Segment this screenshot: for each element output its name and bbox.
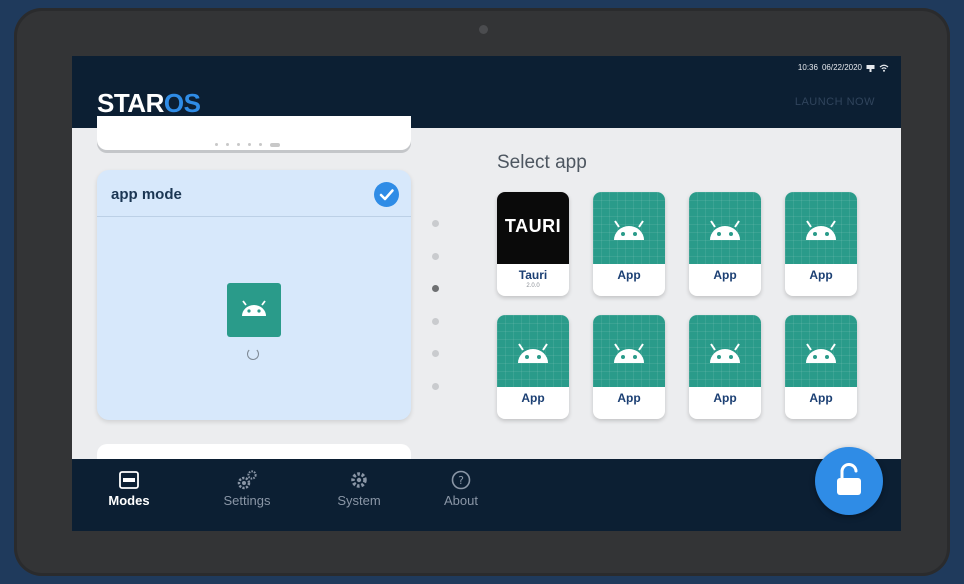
nav-label: About bbox=[444, 493, 478, 508]
bottom-nav: Modes Settings System ? About bbox=[72, 459, 901, 531]
app-tile-label: App bbox=[521, 391, 545, 405]
android-icon bbox=[689, 315, 761, 387]
android-icon bbox=[689, 192, 761, 264]
pager-dot[interactable] bbox=[431, 350, 439, 357]
pager-dot[interactable] bbox=[431, 252, 439, 260]
card-dots bbox=[215, 143, 280, 147]
nav-settings[interactable]: Settings bbox=[207, 469, 287, 508]
android-icon bbox=[785, 315, 857, 387]
pager-dot[interactable] bbox=[431, 317, 439, 325]
mode-card-title: app mode bbox=[111, 186, 182, 203]
clock-time: 10:36 bbox=[797, 63, 818, 72]
status-bar: 10:36 06/22/2020 bbox=[798, 63, 889, 72]
mode-card-previous[interactable] bbox=[97, 116, 411, 150]
nav-modes[interactable]: Modes bbox=[89, 469, 169, 508]
app-tile-label: App bbox=[713, 268, 737, 282]
app-tile-label: App bbox=[809, 268, 833, 282]
nav-label: Settings bbox=[223, 493, 271, 508]
android-icon bbox=[227, 283, 281, 337]
camera-dot bbox=[479, 25, 488, 34]
android-icon bbox=[785, 192, 857, 264]
card-divider bbox=[97, 216, 411, 217]
question-icon: ? bbox=[421, 469, 501, 491]
screen: STAROS 10:36 06/22/2020 LAUNCH NOW app m… bbox=[72, 56, 901, 531]
pager-dot[interactable] bbox=[431, 220, 439, 227]
app-tile-label: App bbox=[809, 391, 833, 405]
app-tile[interactable]: App bbox=[593, 315, 665, 419]
app-tile[interactable]: App bbox=[497, 315, 569, 419]
app-tile-label: Tauri bbox=[518, 268, 548, 282]
app-tile-label: App bbox=[713, 391, 737, 405]
nav-label: System bbox=[337, 493, 381, 508]
pager-dot-active[interactable] bbox=[431, 285, 439, 292]
modes-icon bbox=[89, 469, 169, 491]
ethernet-icon bbox=[866, 64, 875, 72]
gear-icon bbox=[319, 469, 399, 491]
staros-logo: STAROS bbox=[97, 88, 201, 118]
app-tile-tauri[interactable]: TAURI Tauri 2.0.0 bbox=[497, 192, 569, 296]
wifi-icon bbox=[879, 64, 889, 72]
unlock-button[interactable] bbox=[815, 447, 883, 515]
loading-spinner-icon bbox=[247, 348, 259, 360]
nav-about[interactable]: ? About bbox=[421, 469, 501, 508]
launch-now-button[interactable]: LAUNCH NOW bbox=[795, 96, 875, 108]
app-tile[interactable]: App bbox=[593, 192, 665, 296]
app-tile[interactable]: App bbox=[785, 315, 857, 419]
android-icon bbox=[593, 315, 665, 387]
clock-date: 06/22/2020 bbox=[821, 63, 862, 72]
app-tile-label: App bbox=[617, 391, 641, 405]
pager-dot[interactable] bbox=[431, 382, 439, 390]
select-app-title: Select app bbox=[497, 152, 587, 173]
android-icon bbox=[593, 192, 665, 264]
android-icon bbox=[497, 315, 569, 387]
app-tile-label: App bbox=[617, 268, 641, 282]
tauri-logo: TAURI bbox=[497, 192, 569, 264]
nav-label: Modes bbox=[108, 493, 150, 508]
app-tile[interactable]: App bbox=[689, 315, 761, 419]
app-tile[interactable]: App bbox=[785, 192, 857, 296]
svg-text:?: ? bbox=[458, 474, 464, 487]
mode-card-app-mode[interactable]: app mode bbox=[97, 170, 411, 420]
app-tile[interactable]: App bbox=[689, 192, 761, 296]
check-icon bbox=[374, 182, 399, 207]
mode-pager bbox=[428, 220, 442, 415]
app-tile-version: 2.0.0 bbox=[526, 283, 540, 289]
nav-system[interactable]: System bbox=[319, 469, 399, 508]
settings-icon bbox=[207, 469, 287, 491]
